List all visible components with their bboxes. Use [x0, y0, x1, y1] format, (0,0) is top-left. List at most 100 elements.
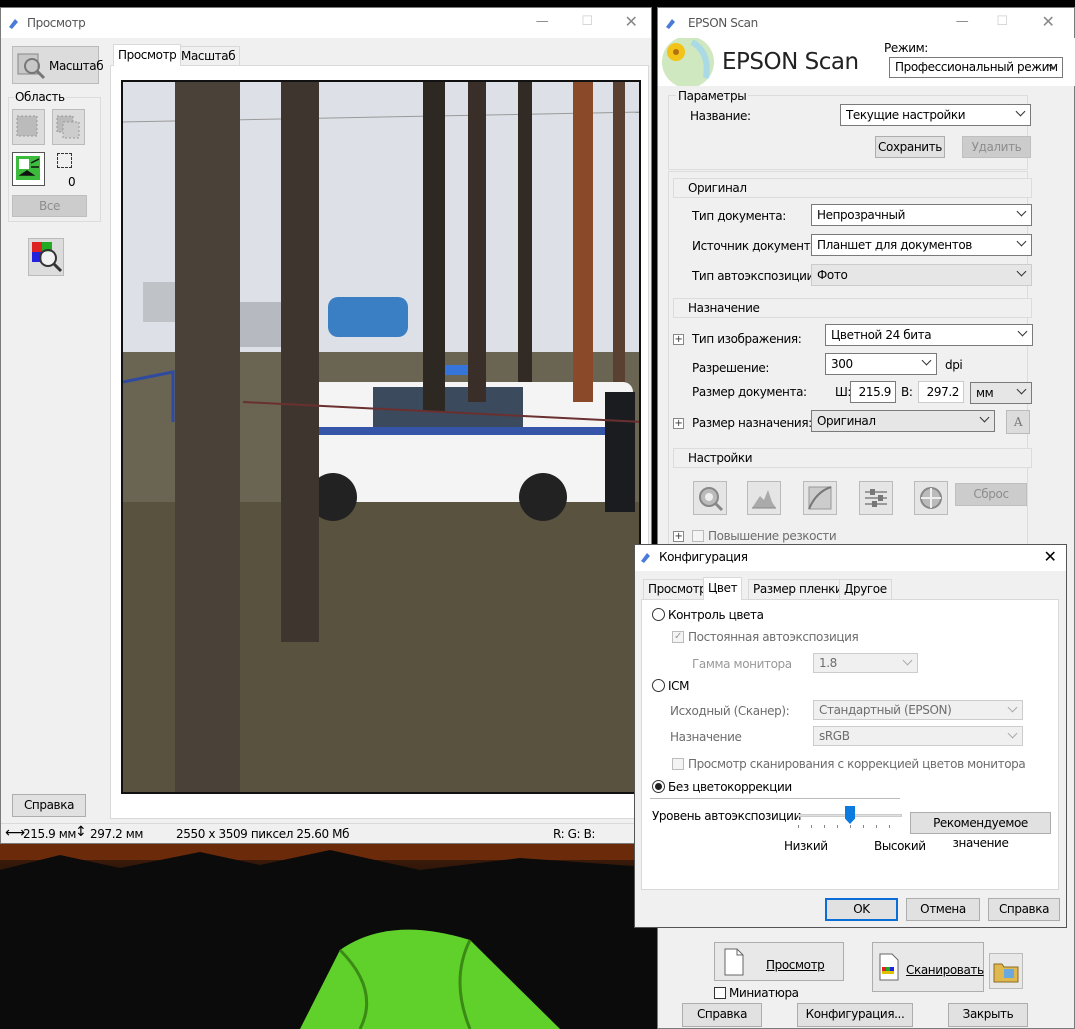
reset-button[interactable]: Сброс — [955, 483, 1027, 506]
tab-other[interactable]: Другое — [839, 579, 892, 599]
gamma-select[interactable]: 1.8 — [813, 653, 918, 673]
histogram-button[interactable] — [747, 481, 781, 515]
image-type-select[interactable]: Цветной 24 бита — [825, 324, 1033, 346]
icm-radio[interactable] — [652, 679, 665, 692]
width-input[interactable]: 215.9 — [850, 381, 896, 403]
source-label: Исходный (Сканер): — [670, 704, 790, 718]
name-select[interactable]: Текущие настройки — [840, 104, 1031, 126]
auto-exposure-select[interactable]: Фото — [811, 264, 1032, 286]
no-correction-radio[interactable] — [652, 780, 665, 793]
expand-target-size-icon[interactable]: + — [673, 418, 684, 429]
desktop-wallpaper — [0, 840, 660, 1029]
low-label: Низкий — [784, 839, 828, 853]
histogram-adjust-button[interactable] — [693, 481, 727, 515]
auto-exposure-value: Фото — [817, 268, 848, 282]
close-icon[interactable]: ✕ — [622, 14, 640, 30]
marquee-copy-button[interactable] — [52, 109, 85, 145]
source-select[interactable]: Стандартный (EPSON) — [813, 700, 1023, 720]
destination-header: Назначение — [673, 298, 1032, 318]
target-select[interactable]: sRGB — [813, 726, 1023, 746]
color-palette-button[interactable] — [28, 238, 64, 276]
recommended-button[interactable]: Рекомендуемое значение — [910, 812, 1051, 850]
delete-button[interactable]: Удалить — [962, 136, 1031, 158]
close-icon[interactable]: ✕ — [1041, 549, 1059, 565]
width-label: Ш: — [835, 385, 852, 399]
preview-monitor-checkbox[interactable] — [672, 758, 684, 770]
close-button[interactable]: Закрыть — [948, 1003, 1028, 1027]
sharpen-label: Повышение резкости — [708, 529, 837, 543]
color-control-radio[interactable] — [652, 608, 665, 621]
resolution-label: Разрешение: — [692, 361, 770, 375]
tab-preview-config[interactable]: Просмотр — [643, 579, 712, 599]
doc-source-label: Источник документа: — [692, 239, 821, 253]
doc-source-select[interactable]: Планшет для документов — [811, 234, 1032, 256]
zoom-tool-label: Масштаб — [49, 59, 104, 73]
preview-help-button[interactable]: Справка — [12, 794, 86, 817]
preview-title: Просмотр — [27, 16, 86, 30]
scan-button[interactable]: Сканировать — [872, 942, 984, 992]
unit-select[interactable]: мм — [970, 382, 1032, 404]
target-size-select[interactable]: Оригинал — [811, 410, 995, 432]
name-value: Текущие настройки — [846, 108, 966, 122]
gamma-value: 1.8 — [819, 656, 837, 670]
tab-zoom[interactable]: Масштаб — [176, 46, 241, 65]
ok-button[interactable]: OK — [825, 898, 898, 921]
doc-type-select[interactable]: Непрозрачный — [811, 204, 1032, 226]
all-button[interactable]: Все — [12, 195, 87, 217]
mode-select[interactable]: Профессиональный режим — [889, 57, 1063, 78]
chevron-down-icon — [1016, 236, 1027, 247]
settings-header: Настройки — [673, 448, 1032, 468]
resolution-select[interactable]: 300 — [825, 353, 937, 375]
slider-thumb[interactable] — [845, 806, 855, 824]
continuous-ae-checkbox[interactable]: ✓ — [672, 631, 684, 643]
sharpen-checkbox[interactable] — [692, 530, 704, 542]
config-help-button[interactable]: Справка — [988, 898, 1060, 921]
text-enhance-button[interactable]: A — [1006, 410, 1030, 434]
minimize-icon[interactable]: — — [533, 15, 551, 29]
close-icon[interactable]: ✕ — [1039, 14, 1057, 30]
color-wheel-icon — [920, 487, 942, 509]
ae-level-slider[interactable] — [798, 806, 902, 828]
epson-titlebar: EPSON Scan — ☐ ✕ — [658, 8, 1074, 38]
original-header: Оригинал — [673, 178, 1032, 198]
zoom-tool-button[interactable]: Масштаб — [12, 46, 104, 84]
scanned-image — [121, 80, 641, 794]
color-palette-adjust-button[interactable] — [914, 481, 948, 515]
scan-document-icon — [879, 953, 899, 981]
tone-curve-button[interactable] — [803, 481, 837, 515]
tab-preview[interactable]: Просмотр — [113, 44, 182, 66]
area-label: Область — [14, 90, 66, 104]
config-button[interactable]: Конфигурация... — [797, 1003, 913, 1027]
tab-color[interactable]: Цвет — [703, 577, 743, 600]
image-adjust-button[interactable] — [859, 481, 893, 515]
auto-locate-button[interactable] — [12, 109, 45, 145]
dpi-label: dpi — [945, 358, 963, 372]
cancel-button[interactable]: Отмена — [906, 898, 980, 921]
marquee-button[interactable] — [12, 152, 45, 186]
status-rgb: R: G: B: — [553, 827, 596, 841]
expand-sharpen-icon[interactable]: + — [673, 531, 684, 542]
thumbnail-checkbox[interactable] — [714, 987, 726, 999]
folder-button[interactable] — [989, 953, 1023, 989]
status-width: 215.9 мм — [23, 827, 77, 841]
chevron-down-icon — [1017, 326, 1028, 337]
preview-window: Просмотр — ☐ ✕ Масштаб Область 0 Все Спр… — [0, 7, 652, 844]
copy-marquee-icon — [56, 115, 80, 139]
height-input[interactable]: 297.2 — [918, 381, 964, 403]
chevron-down-icon — [902, 655, 913, 666]
chevron-down-icon — [1016, 206, 1027, 217]
expand-image-type-icon[interactable]: + — [673, 334, 684, 345]
preview-statusbar: ⟷ 215.9 мм ↕ 297.2 мм 2550 x 3509 пиксел… — [1, 823, 651, 843]
epson-help-button[interactable]: Справка — [682, 1003, 762, 1027]
save-button[interactable]: Сохранить — [875, 136, 945, 158]
maximize-icon[interactable]: ☐ — [993, 15, 1011, 29]
zoom-icon — [17, 53, 46, 80]
preview-button[interactable]: Просмотр — [714, 942, 844, 981]
epson-app-icon — [666, 19, 675, 29]
name-label: Название: — [690, 109, 751, 123]
maximize-icon[interactable]: ☐ — [578, 15, 596, 29]
width-arrow-icon: ⟷ — [5, 825, 25, 841]
chevron-down-icon — [1016, 384, 1027, 395]
minimize-icon[interactable]: — — [953, 15, 971, 29]
tab-film-size[interactable]: Размер пленки — [748, 579, 848, 599]
